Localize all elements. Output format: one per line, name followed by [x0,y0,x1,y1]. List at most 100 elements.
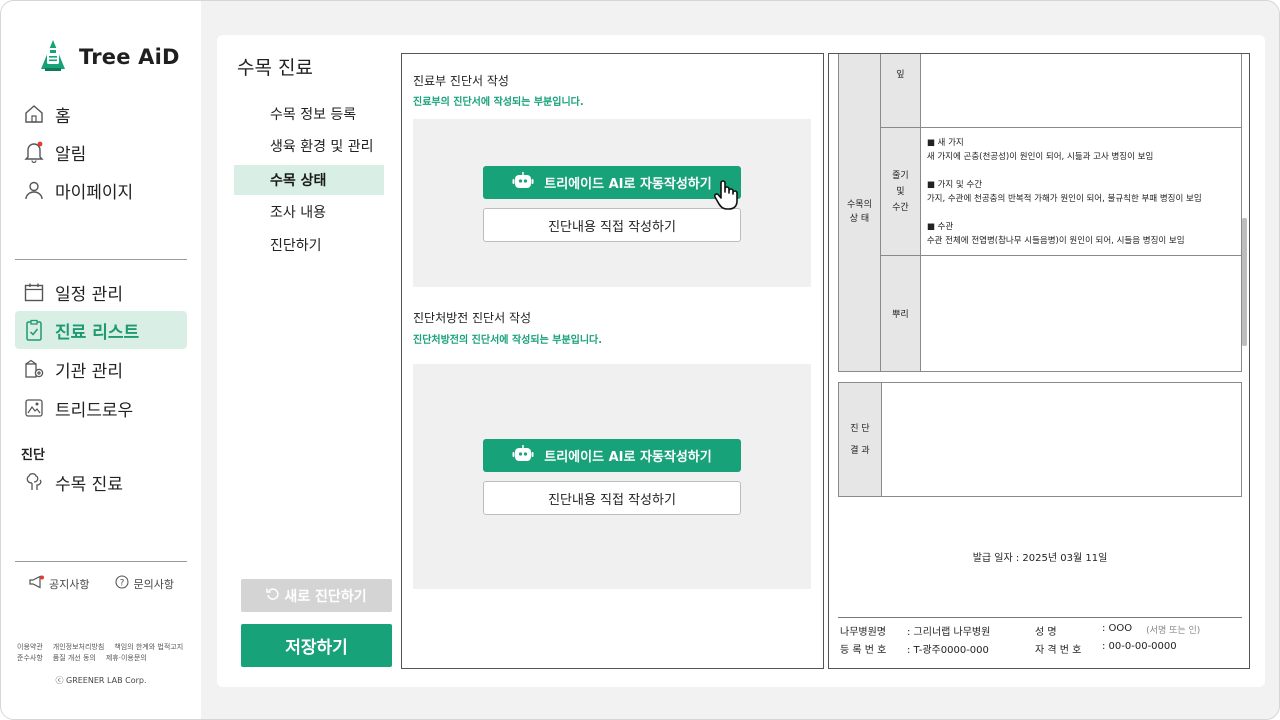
leaf-label: 잎 [879,54,921,128]
root-content [919,255,1243,372]
section1-direct-button[interactable]: 진단내용 직접 작성하기 [483,208,741,242]
sidebar-footer-links: 공지사항 ? 문의사항 [29,575,174,592]
partnership-link[interactable]: 제휴·이용문의 [106,653,147,664]
logo-text: Tree AiD [79,45,180,69]
new-diagnosis-button[interactable]: 새로 진단하기 [241,579,392,612]
reg-number-value: : T-광주0000-000 [907,645,989,656]
page-title: 수목 진료 [237,57,313,79]
nav-alerts-label: 알림 [55,144,87,165]
result-label-cell: 진 단 결 과 [838,382,882,497]
nav-institution-label: 기관 관리 [55,361,123,382]
section1-ai-label: 트리에이드 AI로 자동작성하기 [544,177,712,192]
disclaimer-link[interactable]: 책임의 한계와 법적고지 [114,642,183,653]
diagnosis-form: 진료부 진단서 작성 진료부의 진단서에 작성되는 부분입니다. 트리에이드 A… [401,53,824,669]
stem-label-1: 줄기 [892,170,909,181]
save-button[interactable]: 저장하기 [241,624,392,667]
stem-line [927,206,1235,220]
copyright: ⓒ GREENER LAB Corp. [55,676,147,685]
status-label-cell: 수목의 상 태 [838,54,881,372]
section2-box: 트리에이드 AI로 자동작성하기 진단내용 직접 작성하기 [413,364,811,589]
question-icon: ? [115,575,130,592]
section2-direct-button[interactable]: 진단내용 직접 작성하기 [483,481,741,515]
info-row-2: 등 록 번 호 : T-광주0000-000 자 격 번 호 : 00-0-00… [840,641,1177,656]
clipboard-icon [23,319,45,341]
result-label-1: 진 단 [850,423,870,434]
subnav-growth-env[interactable]: 생육 환경 및 관리 [234,131,384,161]
legal-links: 이용약관 개인정보처리방침 책임의 한계와 법적고지 준수사항 품질 개선 동의… [17,642,183,664]
stem-line: 수관 전체에 전엽병(참나무 시들음병)이 원인이 되어, 시들음 병징이 보임 [926,235,1185,246]
nav-tree-treatment[interactable]: 수목 진료 [15,463,187,501]
inquiry-link[interactable]: ? 문의사항 [115,575,174,592]
subnav-diagnose[interactable]: 진단하기 [234,230,384,260]
inquiry-link-label: 문의사항 [133,577,174,591]
logo-icon [35,37,71,77]
subnav-tree-status[interactable]: 수목 상태 [234,165,384,195]
reg-number-label: 등 록 번 호 [840,645,887,656]
stem-line: ■ 가지 및 수간 [926,179,983,190]
app-window: Tree AiD 홈 알림 마이페이지 일정 관리 진료 리스트 기관 관리 트… [0,0,1280,720]
subnav-survey[interactable]: 조사 내용 [234,197,384,227]
notice-link-label: 공지사항 [49,577,90,591]
nav-tree-treatment-label: 수목 진료 [55,474,123,495]
nav-treatment-list-label: 진료 리스트 [55,322,140,343]
diagnosis-result-table: 진 단 결 과 [838,382,1243,497]
section2-ai-button[interactable]: 트리에이드 AI로 자동작성하기 [483,439,741,472]
stem-line: ■ 새 가지 [926,137,964,148]
hospital-label: 나무병원명 [840,627,886,638]
stem-line: 새 가지에 곤충(천공성)이 원인이 되어, 시듦과 고사 병징이 보임 [926,151,1154,162]
status-label-1: 수목의 [847,200,872,210]
stem-line: ■ 수관 [926,221,954,232]
refresh-icon [266,587,280,605]
nav-home[interactable]: 홈 [15,95,187,133]
sidebar-footer-divider [15,561,187,562]
stem-label-3: 수간 [892,202,909,213]
stem-label-cell: 줄기 및 수간 [879,127,921,256]
name-label: 성 명 [1035,627,1057,638]
quality-consent-link[interactable]: 품질 개선 동의 [53,653,96,664]
sign-note: (서명 또는 인) [1146,626,1201,636]
stem-line: 가지, 수관에 천공충의 반복적 가해가 원인이 되어, 불규칙한 부패 병징이… [926,193,1202,204]
name-value: : OOO [1102,623,1133,634]
subnav-tree-info[interactable]: 수목 정보 등록 [234,99,384,129]
home-icon [23,103,45,125]
leaf-content [919,54,1243,128]
building-icon [23,358,45,380]
nav-treedraw-label: 트리드로우 [55,400,134,421]
stem-content: ■ 새 가지 새 가지에 곤충(천공성)이 원인이 되어, 시듦과 고사 병징이… [919,127,1243,256]
nav-treedraw[interactable]: 트리드로우 [15,389,187,427]
nav-schedule[interactable]: 일정 관리 [15,273,187,311]
section1-title: 진료부 진단서 작성 [413,74,509,88]
image-icon [23,397,45,419]
robot-icon [512,171,534,195]
logo[interactable]: Tree AiD [35,37,180,77]
nav-treatment-list[interactable]: 진료 리스트 [15,311,187,349]
notice-link[interactable]: 공지사항 [29,575,89,592]
megaphone-icon [29,575,45,592]
info-row-1: 나무병원명 : 그리너랩 나무병원 성 명 : OOO (서명 또는 인) [840,623,1200,638]
nav-alerts[interactable]: 알림 [15,133,187,171]
nav-schedule-label: 일정 관리 [55,284,123,305]
document-scrollbar[interactable] [1242,218,1247,346]
license-value: : 00-0-00-0000 [1102,641,1177,652]
hospital-value: : 그리너랩 나무병원 [907,627,991,638]
robot-icon [512,444,534,468]
status-label-2: 상 태 [849,214,870,224]
terms-link[interactable]: 이용약관 [17,642,43,653]
privacy-link[interactable]: 개인정보처리방침 [53,642,105,653]
user-icon [23,179,45,201]
section2-subtitle: 진단처방전의 진단서에 작성되는 부분입니다. [413,335,603,346]
sidebar: Tree AiD 홈 알림 마이페이지 일정 관리 진료 리스트 기관 관리 트… [1,1,201,719]
tree-icon [23,471,45,493]
bell-icon [23,141,45,163]
nav-mypage[interactable]: 마이페이지 [15,171,187,209]
result-content [880,382,1243,497]
compliance-link[interactable]: 준수사항 [17,653,43,664]
nav-mypage-label: 마이페이지 [55,182,134,203]
tree-status-table: 수목의 상 태 잎 줄기 및 수간 ■ 새 가지 새 가지에 곤충(천공성)이 … [838,54,1243,372]
main-panel: 수목 진료 수목 정보 등록 생육 환경 및 관리 수목 상태 조사 내용 진단… [217,35,1265,687]
diagnosis-document-preview[interactable]: 수목의 상 태 잎 줄기 및 수간 ■ 새 가지 새 가지에 곤충(천공성)이 … [828,53,1250,669]
nav-institution[interactable]: 기관 관리 [15,350,187,388]
calendar-icon [23,281,45,303]
new-diagnosis-label: 새로 진단하기 [284,588,367,605]
section1-ai-button[interactable]: 트리에이드 AI로 자동작성하기 [483,166,741,199]
